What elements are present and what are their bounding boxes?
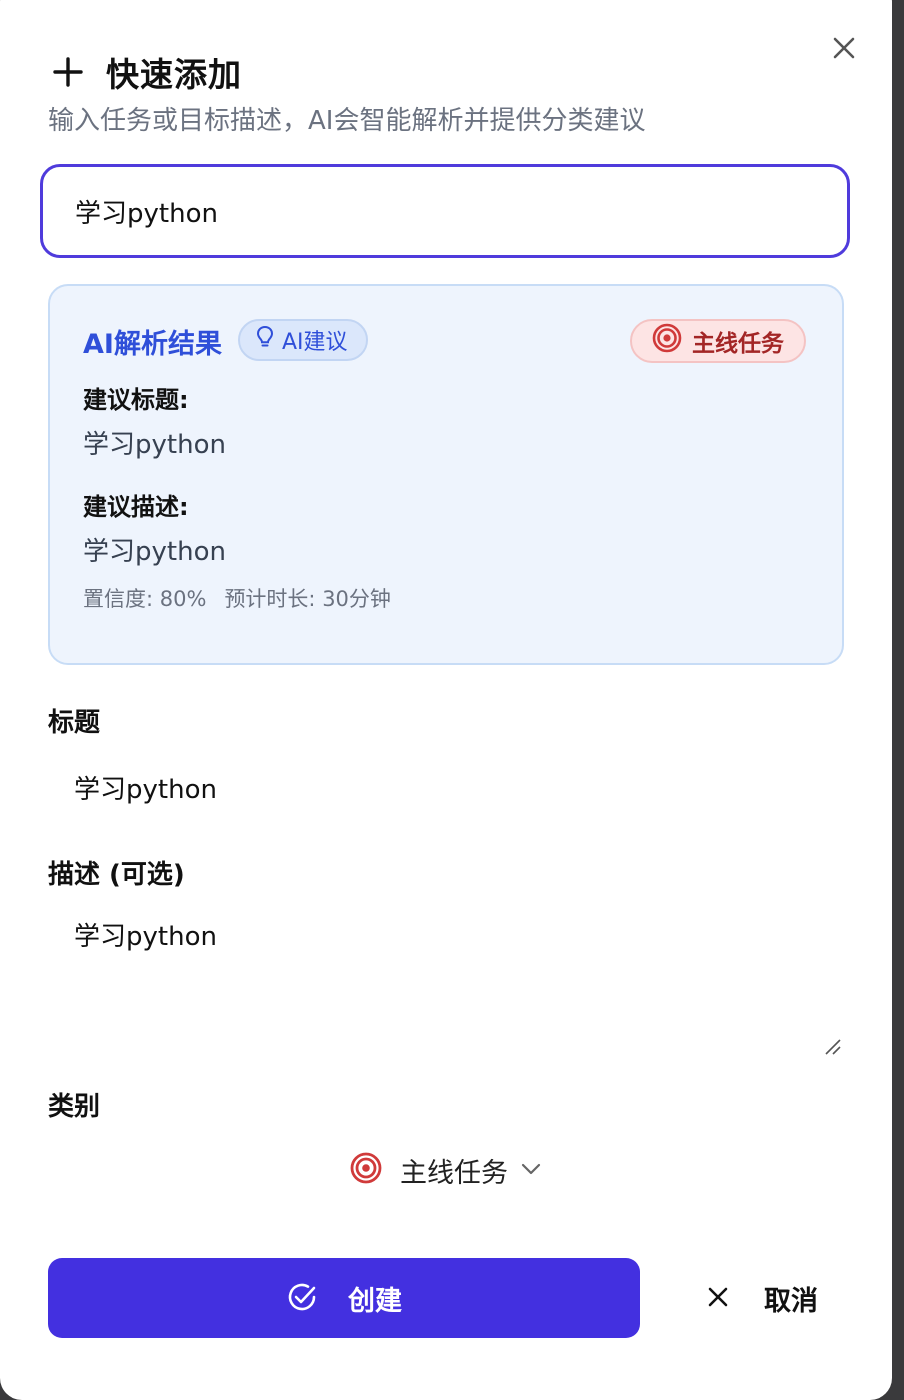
category-field-label: 类别 bbox=[48, 1092, 101, 1122]
dialog-header: 快速添加 bbox=[52, 48, 242, 96]
create-button-label: 创建 bbox=[348, 1285, 402, 1317]
check-circle-icon bbox=[286, 1281, 318, 1316]
suggested-desc-label: 建议描述: bbox=[83, 493, 189, 521]
x-icon bbox=[706, 1285, 730, 1312]
target-icon bbox=[350, 1152, 382, 1188]
category-badge-label: 主线任务 bbox=[692, 331, 784, 357]
chevron-down-icon bbox=[520, 1161, 542, 1180]
quick-add-input[interactable] bbox=[40, 164, 850, 258]
cancel-button-label: 取消 bbox=[764, 1285, 818, 1317]
resize-handle-icon[interactable] bbox=[824, 1038, 842, 1060]
close-icon[interactable] bbox=[830, 34, 858, 62]
plus-icon bbox=[52, 56, 84, 88]
suggested-desc-value: 学习python bbox=[83, 537, 226, 567]
cancel-button[interactable]: 取消 bbox=[672, 1258, 852, 1338]
ai-suggestion-badge: AI建议 bbox=[238, 319, 368, 361]
description-textarea[interactable]: 学习python bbox=[48, 900, 844, 1054]
duration-text: 预计时长: 30分钟 bbox=[224, 587, 391, 611]
lightbulb-icon bbox=[256, 325, 274, 355]
category-select-value: 主线任务 bbox=[400, 1157, 508, 1189]
suggested-title-label: 建议标题: bbox=[83, 386, 189, 414]
dialog-title: 快速添加 bbox=[106, 55, 242, 94]
ai-suggestion-badge-label: AI建议 bbox=[282, 330, 348, 355]
ai-result-card: AI解析结果 AI建议 主线任务 建议标题: 学习python 建议描述: 学习… bbox=[48, 284, 844, 665]
target-icon bbox=[652, 323, 682, 359]
description-field-label: 描述 (可选) bbox=[48, 860, 185, 890]
quick-add-dialog: 快速添加 输入任务或目标描述，AI会智能解析并提供分类建议 AI解析结果 AI建… bbox=[0, 0, 892, 1400]
suggested-title-value: 学习python bbox=[83, 430, 226, 460]
dialog-subtitle: 输入任务或目标描述，AI会智能解析并提供分类建议 bbox=[48, 106, 646, 136]
category-badge: 主线任务 bbox=[630, 319, 806, 363]
title-input[interactable] bbox=[48, 758, 844, 816]
confidence-text: 置信度: 80% bbox=[83, 587, 207, 611]
ai-meta-row: 置信度: 80% 预计时长: 30分钟 bbox=[83, 583, 391, 613]
create-button[interactable]: 创建 bbox=[48, 1258, 640, 1338]
category-select[interactable]: 主线任务 bbox=[48, 1136, 844, 1204]
title-field-label: 标题 bbox=[48, 708, 101, 738]
ai-result-heading: AI解析结果 bbox=[83, 329, 222, 360]
